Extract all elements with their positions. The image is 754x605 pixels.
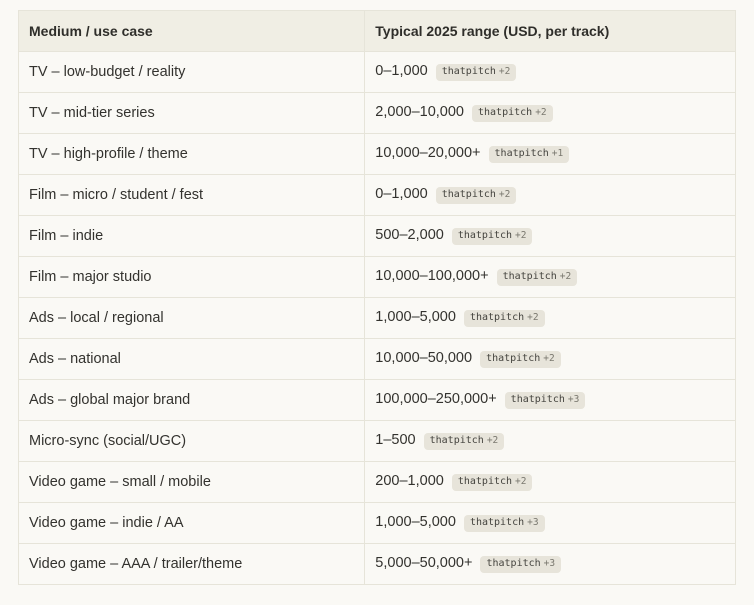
table-row: TV – mid-tier series 2,000–10,000 thatpit… [17, 92, 736, 134]
range-cell: 10,000–20,000+ thatpitch +1 [364, 133, 736, 175]
range-value: 100,000–250,000+ [375, 391, 497, 408]
content-area: Medium / use case Typical 2025 range (US… [0, 0, 754, 585]
citation-count: +2 [515, 230, 527, 241]
medium-cell: TV – low-budget / reality [17, 51, 366, 93]
citation-chip[interactable]: thatpitch +2 [423, 433, 505, 450]
citation-chip[interactable]: thatpitch +1 [488, 146, 570, 163]
medium-cell: Ads – local / regional [17, 297, 366, 339]
citation-source: thatpitch [441, 66, 496, 77]
range-value: 200–1,000 [375, 473, 444, 490]
citation-count: +1 [551, 148, 564, 159]
range-value: 1,000–5,000 [375, 514, 456, 531]
citation-chip[interactable]: thatpitch +2 [480, 351, 561, 368]
range-cell: 1,000–5,000 thatpitch +3 [364, 502, 736, 544]
range-value: 10,000–50,000 [375, 350, 473, 367]
table-row: TV – low-budget / reality 0–1,000 thatpit… [17, 51, 736, 93]
range-value: 1,000–5,000 [375, 309, 456, 326]
citation-source: thatpitch [429, 435, 484, 446]
table-row: Ads – local / regional 1,000–5,000 thatpi… [17, 297, 736, 339]
header-range: Typical 2025 range (USD, per track) [364, 10, 736, 52]
table-row: Video game – indie / AA 1,000–5,000 thatp… [17, 502, 736, 544]
range-value: 10,000–20,000+ [375, 145, 481, 162]
citation-chip[interactable]: thatpitch +3 [480, 556, 562, 573]
medium-cell: Video game – AAA / trailer/theme [17, 543, 366, 585]
range-cell: 5,000–50,000+ thatpitch +3 [364, 543, 736, 585]
citation-count: +2 [527, 312, 539, 323]
citation-chip[interactable]: thatpitch +2 [472, 105, 553, 122]
range-cell: 1,000–5,000 thatpitch +2 [364, 297, 736, 339]
table-row: Video game – AAA / trailer/theme 5,000–5… [17, 543, 736, 585]
table-row: TV – high-profile / theme 10,000–20,000+… [17, 133, 736, 175]
citation-source: thatpitch [502, 271, 557, 282]
table-row: Film – major studio 10,000–100,000+ thatp… [17, 256, 736, 298]
range-value: 0–1,000 [375, 186, 428, 203]
citation-chip[interactable]: thatpitch +2 [435, 187, 517, 204]
medium-cell: TV – high-profile / theme [17, 133, 366, 175]
citation-count: +2 [486, 435, 499, 446]
citation-chip[interactable]: thatpitch +3 [463, 515, 545, 532]
medium-cell: Film – major studio [17, 256, 366, 298]
citation-source: thatpitch [478, 107, 533, 118]
citation-source: thatpitch [486, 558, 541, 569]
citation-count: +2 [515, 476, 527, 487]
range-cell: 200–1,000 thatpitch +2 [364, 461, 736, 503]
table-row: Ads – global major brand 100,000–250,000… [17, 379, 736, 421]
citation-source: thatpitch [469, 517, 525, 528]
medium-cell: Film – indie [17, 215, 366, 257]
table-header: Medium / use case Typical 2025 range (US… [17, 10, 736, 52]
medium-cell: Video game – indie / AA [17, 502, 366, 544]
range-cell: 0–1,000 thatpitch +2 [364, 51, 736, 93]
citation-source: thatpitch [469, 312, 525, 323]
range-cell: 500–2,000 thatpitch +2 [364, 215, 736, 257]
range-value: 0–1,000 [375, 63, 428, 80]
citation-source: thatpitch [494, 148, 549, 159]
range-value: 1–500 [375, 432, 416, 449]
citation-source: thatpitch [441, 189, 496, 200]
sync-licensing-pricing-table: Medium / use case Typical 2025 range (US… [17, 10, 736, 585]
citation-count: +2 [535, 107, 547, 118]
citation-chip[interactable]: thatpitch +2 [451, 228, 533, 245]
medium-cell: Micro-sync (social/UGC) [17, 420, 366, 462]
range-cell: 10,000–50,000 thatpitch +2 [364, 338, 736, 380]
table-body: TV – low-budget / reality 0–1,000 thatpit… [17, 51, 736, 585]
citation-count: +2 [498, 66, 511, 77]
citation-chip[interactable]: thatpitch +3 [504, 392, 586, 409]
citation-chip[interactable]: thatpitch +2 [451, 474, 533, 491]
header-medium: Medium / use case [17, 10, 366, 52]
range-cell: 10,000–100,000+ thatpitch +2 [364, 256, 736, 298]
citation-count: +3 [543, 558, 556, 569]
table-row: Film – micro / student / fest 0–1,000 tha… [17, 174, 736, 216]
range-value: 10,000–100,000+ [375, 268, 489, 285]
medium-cell: Ads – national [17, 338, 366, 380]
citation-source: thatpitch [486, 353, 541, 364]
citation-count: +2 [559, 271, 572, 282]
range-value: 5,000–50,000+ [375, 555, 473, 572]
medium-cell: Film – micro / student / fest [17, 174, 366, 216]
range-value: 2,000–10,000 [375, 104, 464, 121]
citation-count: +2 [543, 353, 555, 364]
citation-chip[interactable]: thatpitch +2 [435, 64, 517, 81]
range-cell: 100,000–250,000+ thatpitch +3 [364, 379, 736, 421]
range-cell: 1–500 thatpitch +2 [364, 420, 736, 462]
citation-count: +3 [527, 517, 539, 528]
range-value: 500–2,000 [375, 227, 444, 244]
citation-source: thatpitch [510, 394, 565, 405]
range-cell: 2,000–10,000 thatpitch +2 [364, 92, 736, 134]
citation-chip[interactable]: thatpitch +2 [463, 310, 545, 327]
citation-count: +3 [567, 394, 580, 405]
citation-source: thatpitch [457, 476, 513, 487]
table-row: Ads – national 10,000–50,000 thatpitch +2 [17, 338, 736, 380]
range-cell: 0–1,000 thatpitch +2 [364, 174, 736, 216]
medium-cell: TV – mid-tier series [17, 92, 366, 134]
medium-cell: Video game – small / mobile [17, 461, 366, 503]
table-row: Video game – small / mobile 200–1,000 tha… [17, 461, 736, 503]
citation-count: +2 [498, 189, 511, 200]
header-row: Medium / use case Typical 2025 range (US… [17, 10, 736, 52]
table-row: Micro-sync (social/UGC) 1–500 thatpitch +2 [17, 420, 736, 462]
table-row: Film – indie 500–2,000 thatpitch +2 [17, 215, 736, 257]
citation-chip[interactable]: thatpitch +2 [496, 269, 578, 286]
citation-source: thatpitch [457, 230, 513, 241]
medium-cell: Ads – global major brand [17, 379, 366, 421]
